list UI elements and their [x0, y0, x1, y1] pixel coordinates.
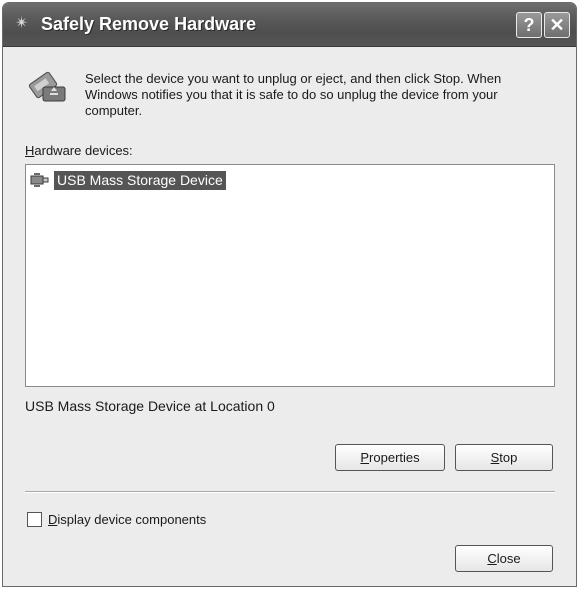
checkbox-label: Display device components	[48, 512, 207, 527]
title-bar[interactable]: ✴ Safely Remove Hardware ? ✕	[3, 3, 576, 47]
device-location-text: USB Mass Storage Device at Location 0	[25, 398, 275, 414]
eject-hardware-icon	[28, 71, 66, 102]
help-icon: ?	[523, 14, 535, 35]
divider	[25, 491, 555, 493]
instructions-text: Select the device you want to unplug or …	[85, 71, 502, 118]
close-icon: ✕	[549, 14, 565, 35]
device-name: USB Mass Storage Device	[54, 170, 226, 190]
usb-device-icon	[30, 173, 49, 187]
properties-button[interactable]: Properties	[335, 444, 445, 471]
close-button[interactable]: Close	[455, 545, 553, 572]
stop-button[interactable]: Stop	[455, 444, 553, 471]
window-title: Safely Remove Hardware	[41, 14, 257, 34]
hardware-devices-label: Hardware devices:	[25, 143, 133, 158]
safely-remove-hardware-dialog: ✴ Safely Remove Hardware ? ✕ Select the …	[2, 2, 577, 587]
help-button[interactable]: ?	[516, 12, 542, 38]
hardware-icon: ✴	[15, 15, 29, 32]
checkbox-box[interactable]	[27, 512, 42, 527]
close-window-button[interactable]: ✕	[544, 12, 570, 38]
list-item[interactable]: USB Mass Storage Device	[30, 170, 226, 190]
hardware-devices-list[interactable]: USB Mass Storage Device	[25, 164, 555, 387]
display-device-components-checkbox[interactable]: Display device components	[27, 512, 206, 527]
